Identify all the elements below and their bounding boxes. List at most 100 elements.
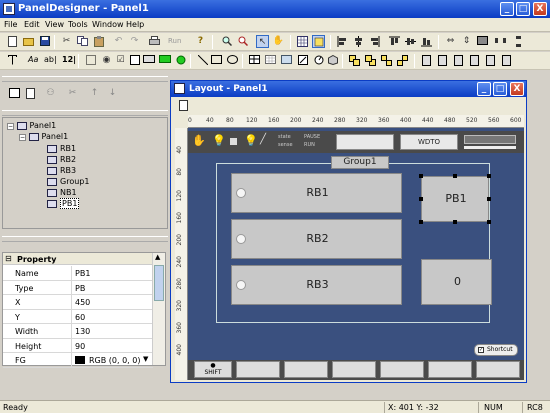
property-value[interactable]: 130 <box>75 327 90 336</box>
tree-child[interactable]: − Panel1 <box>19 132 68 141</box>
menu-help[interactable]: Help <box>126 20 144 29</box>
align-center-icon[interactable] <box>352 35 365 48</box>
align-bottom-icon[interactable] <box>420 35 433 48</box>
layout-maximize-button[interactable]: □ <box>493 82 507 96</box>
dock-splitter[interactable] <box>2 236 168 242</box>
resize-handle[interactable] <box>487 174 491 178</box>
cube-icon[interactable] <box>326 54 339 67</box>
order-4-icon[interactable] <box>468 54 481 67</box>
tree-item-rb3[interactable]: RB3 <box>47 166 76 175</box>
zoom-icon[interactable] <box>220 35 233 48</box>
collapse-icon[interactable]: ⊟ <box>5 254 12 263</box>
lock-icon[interactable] <box>484 54 497 67</box>
order-3-icon[interactable] <box>452 54 465 67</box>
layout-minimize-button[interactable]: _ <box>477 82 491 96</box>
button-icon[interactable] <box>142 54 155 67</box>
menu-edit[interactable]: Edit <box>24 20 40 29</box>
space-horiz-icon[interactable] <box>494 35 507 48</box>
blank-button[interactable] <box>336 134 394 150</box>
property-row-width[interactable]: Width 130 <box>3 324 153 339</box>
function-key-3[interactable] <box>332 361 376 378</box>
cut-icon[interactable]: ✂ <box>60 35 73 48</box>
new-icon[interactable] <box>6 35 19 48</box>
gauge-icon[interactable] <box>312 54 325 67</box>
number-tool[interactable]: 12| <box>62 55 76 64</box>
property-scrollbar[interactable]: ▲ <box>152 253 165 365</box>
property-row-y[interactable]: Y 60 <box>3 309 153 324</box>
function-key-1[interactable] <box>236 361 280 378</box>
save-icon[interactable] <box>38 35 51 48</box>
resize-handle[interactable] <box>487 220 491 224</box>
space-vert-icon[interactable] <box>512 35 525 48</box>
order-1-icon[interactable] <box>420 54 433 67</box>
rb1-button[interactable]: RB1 <box>231 173 402 213</box>
pb1-button[interactable]: PB1 <box>421 176 489 222</box>
help-icon[interactable]: ? <box>194 35 207 48</box>
unlock-icon[interactable] <box>500 54 513 67</box>
text-tool[interactable]: Aa <box>28 55 38 64</box>
collapse-icon[interactable]: − <box>19 134 26 141</box>
line-icon[interactable] <box>196 54 209 67</box>
hand-icon[interactable]: ✋ <box>272 35 285 48</box>
wdto-button[interactable]: WDTO <box>400 134 458 150</box>
run-button[interactable]: Run <box>168 37 181 45</box>
resize-handle[interactable] <box>453 174 457 178</box>
menu-tools[interactable]: Tools <box>68 20 88 29</box>
menu-file[interactable]: File <box>4 20 17 29</box>
close-button[interactable]: X <box>533 2 547 16</box>
rb2-button[interactable]: RB2 <box>231 219 402 259</box>
check-icon[interactable] <box>128 54 141 67</box>
network-icon[interactable]: ⚇ <box>44 87 57 100</box>
same-height-icon[interactable]: ⇕ <box>460 35 473 48</box>
radio-icon[interactable]: ◉ <box>100 54 113 67</box>
property-value[interactable]: 450 <box>75 298 90 307</box>
ellipse-icon[interactable] <box>226 54 239 67</box>
property-row-name[interactable]: Name PB1 <box>3 266 153 281</box>
edit-tool[interactable]: ab| <box>44 55 57 64</box>
resize-handle[interactable] <box>419 220 423 224</box>
function-key-6[interactable] <box>476 361 520 378</box>
scroll-thumb[interactable] <box>154 265 164 301</box>
align-top-icon[interactable] <box>388 35 401 48</box>
snap-icon[interactable] <box>312 35 325 48</box>
undo-icon[interactable]: ↶ <box>112 35 125 48</box>
find-icon[interactable] <box>236 35 249 48</box>
function-key-5[interactable] <box>428 361 472 378</box>
tree-item-rb2[interactable]: RB2 <box>47 155 76 164</box>
same-width-icon[interactable]: ⇔ <box>444 35 457 48</box>
tree-view-icon[interactable] <box>8 87 21 100</box>
grid-table-icon[interactable] <box>264 54 277 67</box>
property-value[interactable]: PB1 <box>75 269 90 278</box>
led-round-icon[interactable] <box>174 54 187 67</box>
tree-root[interactable]: − Panel1 <box>7 121 56 130</box>
ungroup-icon[interactable] <box>396 54 409 67</box>
property-value[interactable]: RGB (0, 0, 0) <box>89 356 140 365</box>
select-pointer-icon[interactable]: ↖ <box>256 35 269 48</box>
maximize-button[interactable]: □ <box>516 2 530 16</box>
shift-button[interactable]: ● SHIFT <box>194 361 232 378</box>
led-green-icon[interactable] <box>158 54 171 67</box>
scroll-up-icon[interactable]: ▲ <box>155 253 160 261</box>
same-size-icon[interactable] <box>476 35 489 48</box>
minimize-button[interactable]: _ <box>500 2 514 16</box>
nb1-numeric[interactable]: 0 <box>421 259 492 305</box>
grid-icon[interactable] <box>296 35 309 48</box>
print-icon[interactable] <box>148 35 161 48</box>
table-icon[interactable] <box>248 54 261 67</box>
rectangle-icon[interactable] <box>210 54 223 67</box>
function-key-2[interactable] <box>284 361 328 378</box>
align-middle-icon[interactable] <box>404 35 417 48</box>
property-value[interactable]: PB <box>75 284 85 293</box>
text-icon[interactable] <box>6 54 19 67</box>
chevron-down-icon[interactable]: ▼ <box>143 355 148 363</box>
slider-track[interactable] <box>464 135 516 144</box>
move-down-icon[interactable]: ↓ <box>106 87 119 100</box>
page-icon[interactable] <box>177 99 190 112</box>
property-row-type[interactable]: Type PB <box>3 280 153 295</box>
group-icon[interactable] <box>380 54 393 67</box>
tree-item-rb1[interactable]: RB1 <box>47 144 76 153</box>
align-right-icon[interactable] <box>368 35 381 48</box>
resize-handle[interactable] <box>487 197 491 201</box>
property-row-x[interactable]: X 450 <box>3 295 153 310</box>
resize-handle[interactable] <box>419 174 423 178</box>
